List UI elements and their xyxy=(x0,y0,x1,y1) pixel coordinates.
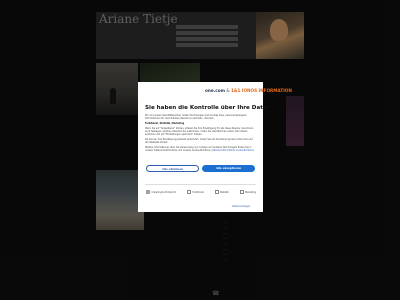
consent-checkboxes: Unbedingt erforderlich Funktional Statis… xyxy=(146,190,256,194)
checkbox-icon[interactable] xyxy=(214,190,219,194)
cookie-policy-link[interactable]: Cookie-Richtlinie xyxy=(236,149,254,152)
brand-ampersand: & xyxy=(226,88,230,93)
checkbox-icon[interactable] xyxy=(239,190,244,194)
checkbox-icon[interactable] xyxy=(146,190,150,194)
show-details-link[interactable]: Details anzeigen xyxy=(232,205,250,208)
reject-all-button[interactable]: Alle ablehnen xyxy=(146,165,199,172)
checkbox-label: Statistik xyxy=(219,190,229,194)
dialog-paragraph: Wir und unsere Geschäftspartner nutzen T… xyxy=(145,114,247,121)
dialog-divider xyxy=(145,184,256,185)
dialog-paragraph: Wenn Sie auf "Akzeptieren" klicken, erte… xyxy=(145,126,254,137)
dialog-title: Sie haben die Kontrolle über Ihre Daten xyxy=(145,105,271,111)
checkbox-label: Marketing xyxy=(245,190,256,194)
privacy-link[interactable]: Datenschutzrichtlinie xyxy=(212,149,235,152)
checkbox-label: Unbedingt erforderlich xyxy=(151,190,177,194)
dialog-paragraph: Sie können Ihre Einwilligung jederzeit w… xyxy=(145,137,253,145)
accept-all-button[interactable]: Alle akzeptieren xyxy=(202,165,255,172)
checkbox-necessary[interactable]: Unbedingt erforderlich xyxy=(146,190,176,194)
page: Ariane Tietje ... ... ... ... ... ... ..… xyxy=(0,0,400,300)
dialog-body: Wir und unsere Geschäftspartner nutzen T… xyxy=(145,114,256,154)
checkbox-marketing[interactable]: Marketing xyxy=(239,190,256,194)
checkbox-icon[interactable] xyxy=(186,190,191,194)
checkbox-functional[interactable]: Funktional xyxy=(186,190,204,194)
brand-logo: one.com & 1&1 IONOS INFORMATION xyxy=(205,88,292,93)
checkbox-label: Funktional xyxy=(192,190,204,194)
dialog-paragraph: Weitere Informationen über die Verwendun… xyxy=(145,146,256,152)
brand-one: one.com xyxy=(205,88,226,93)
checkbox-statistics[interactable]: Statistik xyxy=(214,190,229,194)
dialog-categories: Funktional, Statistik, Marketing xyxy=(145,121,185,125)
brand-secondary: 1&1 IONOS INFORMATION xyxy=(230,88,292,93)
